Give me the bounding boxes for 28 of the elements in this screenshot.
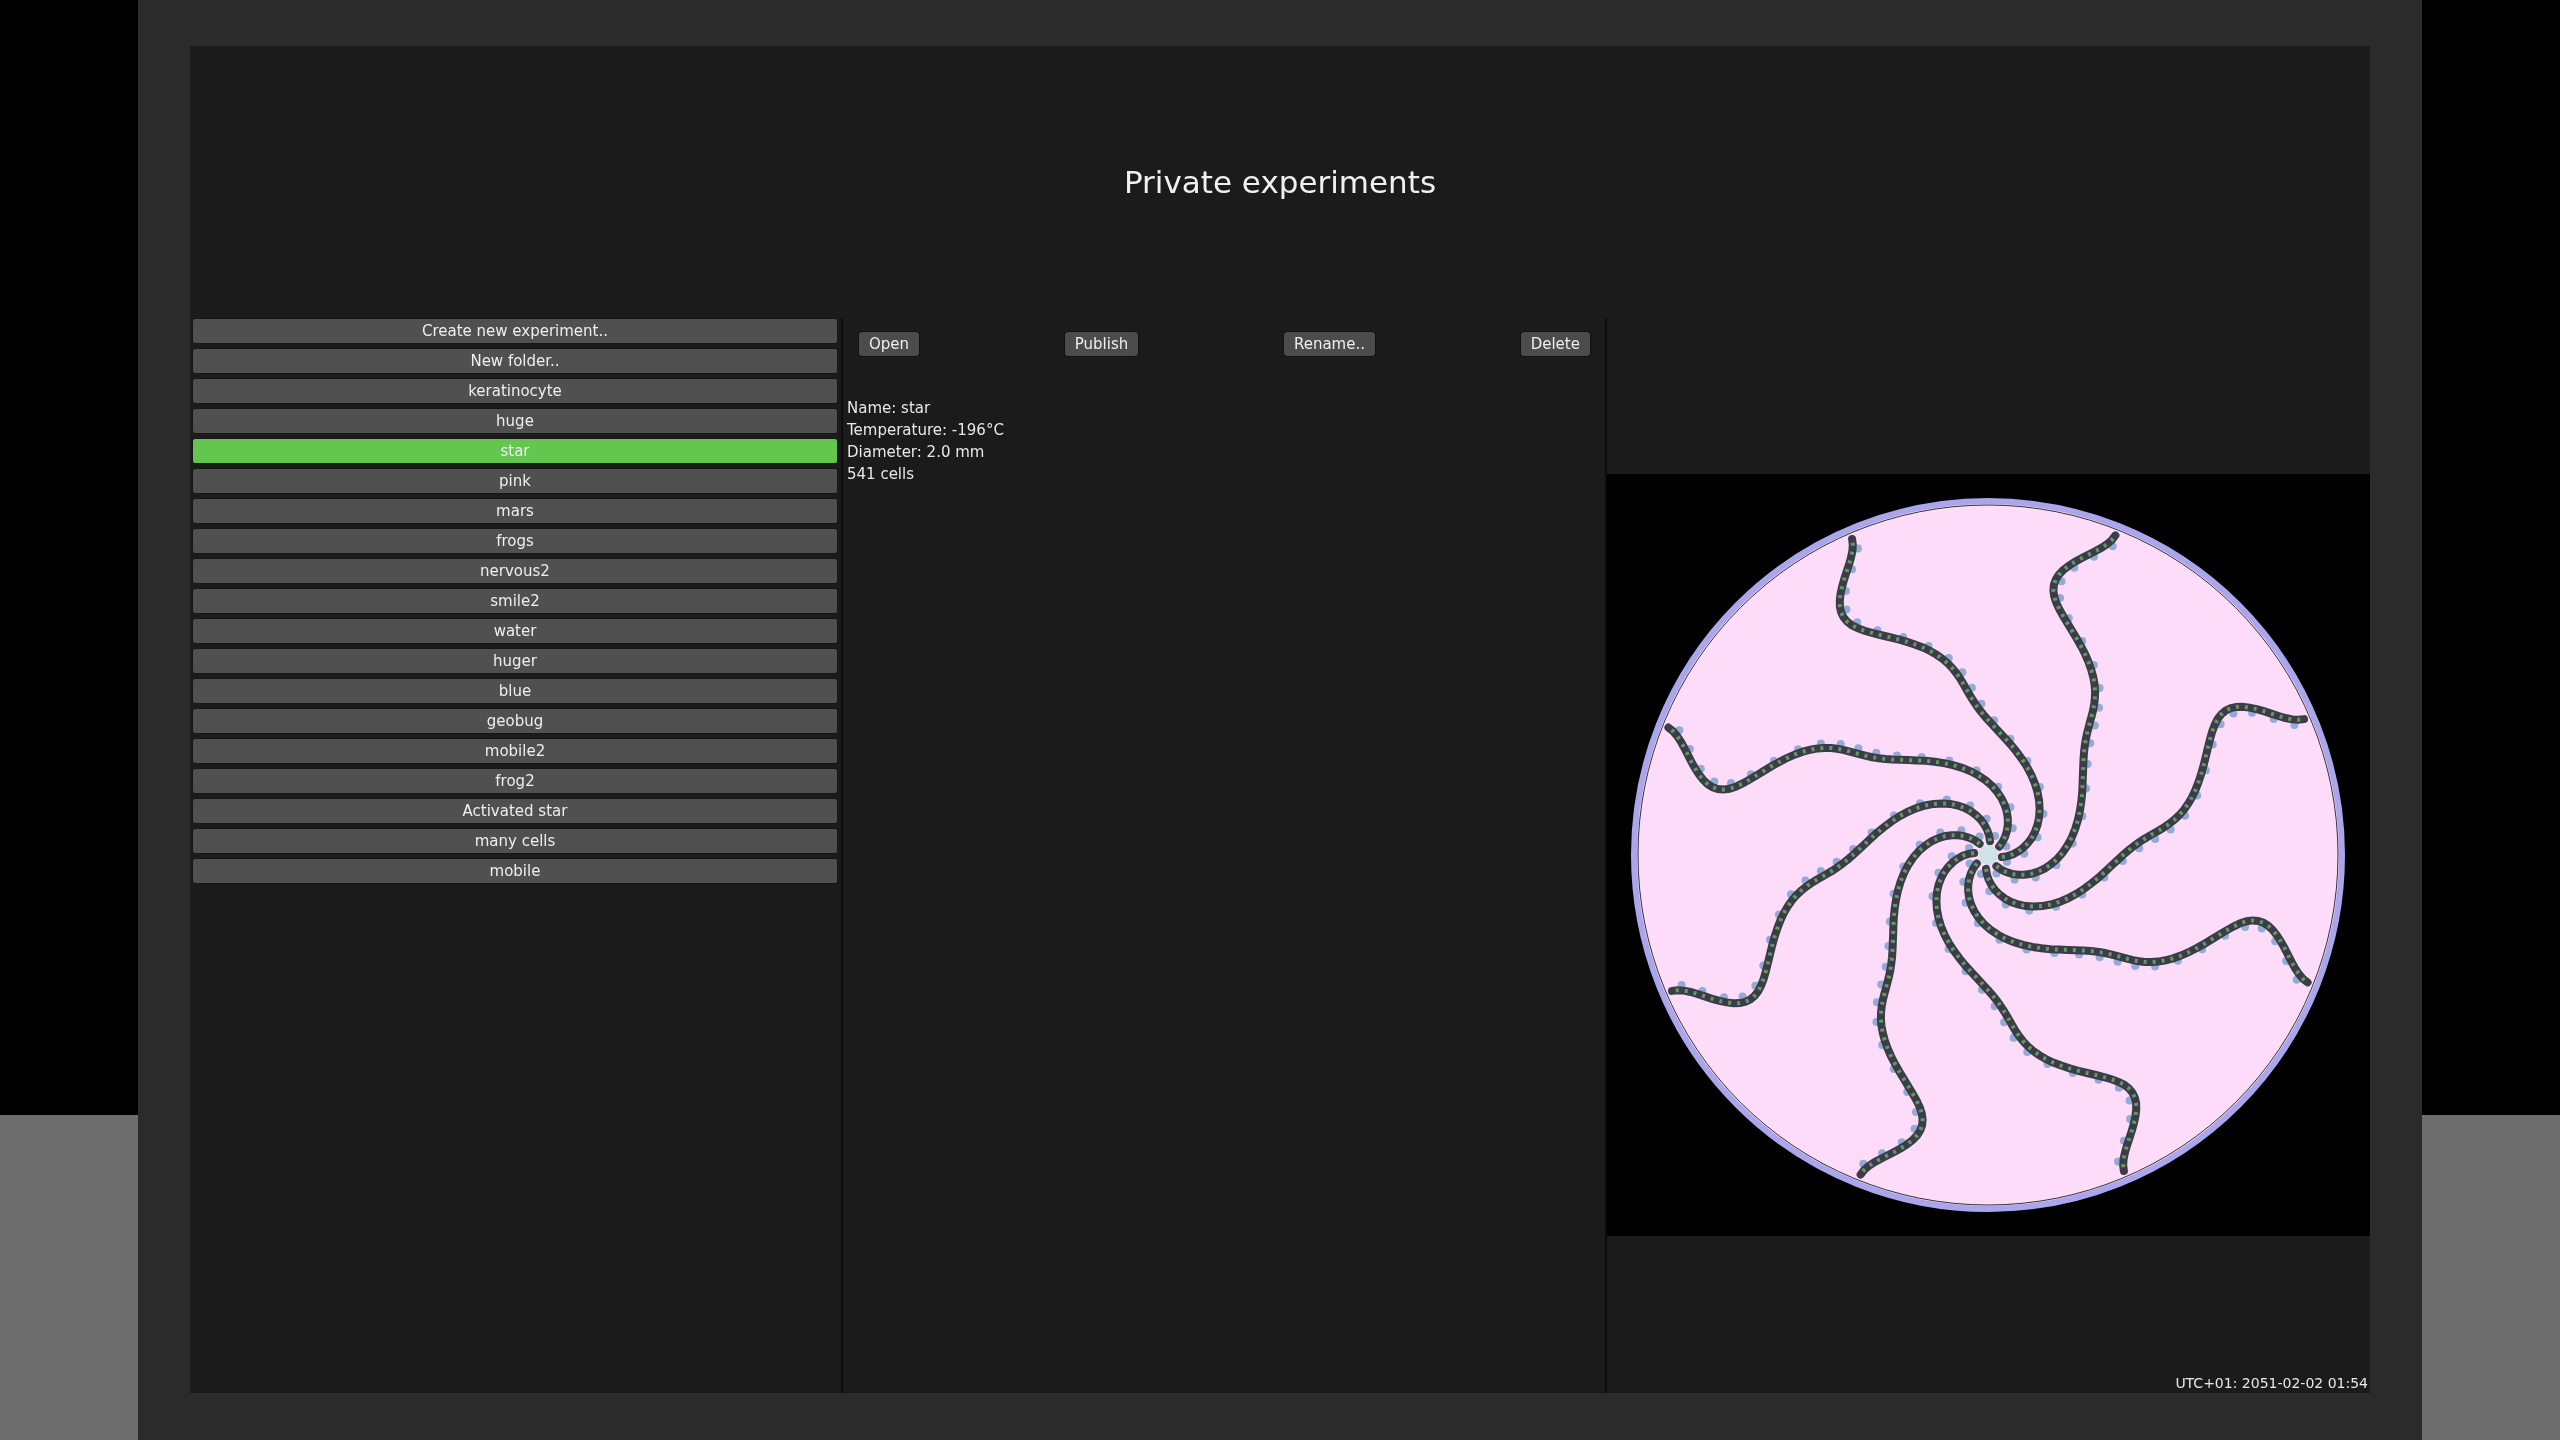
detail-text: Temperature: -196°C bbox=[847, 420, 1005, 441]
timestamp: UTC+01: 2051-02-02 01:54 bbox=[2174, 1375, 2369, 1393]
experiment-list-item[interactable]: mobile bbox=[192, 858, 838, 884]
experiment-list-item[interactable]: pink bbox=[192, 468, 838, 494]
experiment-list-item[interactable]: many cells bbox=[192, 828, 838, 854]
detail-text: Diameter: 2.0 mm bbox=[847, 442, 986, 463]
action-button[interactable]: Delete bbox=[1519, 331, 1591, 357]
detail-text: Name: star bbox=[847, 398, 932, 419]
experiment-list-item[interactable]: keratinocyte bbox=[192, 378, 838, 404]
experiment-list-item[interactable]: Activated star bbox=[192, 798, 838, 824]
experiment-list-item[interactable]: smile2 bbox=[192, 588, 838, 614]
page-title: Private experiments bbox=[1123, 164, 1437, 200]
experiment-list-item[interactable]: Create new experiment.. bbox=[192, 318, 838, 344]
experiment-list-item[interactable]: huger bbox=[192, 648, 838, 674]
experiment-list-item[interactable]: blue bbox=[192, 678, 838, 704]
action-button[interactable]: Rename.. bbox=[1282, 331, 1376, 357]
experiment-list-item[interactable]: mars bbox=[192, 498, 838, 524]
experiment-list-item[interactable]: frogs bbox=[192, 528, 838, 554]
experiment-list-item[interactable]: mobile2 bbox=[192, 738, 838, 764]
action-button[interactable]: Publish bbox=[1063, 331, 1140, 357]
experiment-list-item[interactable]: huge bbox=[192, 408, 838, 434]
experiment-list-item[interactable]: nervous2 bbox=[192, 558, 838, 584]
experiment-list-item[interactable]: water bbox=[192, 618, 838, 644]
experiment-list-item[interactable]: geobug bbox=[192, 708, 838, 734]
experiment-list-item[interactable]: New folder.. bbox=[192, 348, 838, 374]
experiment-list-item[interactable]: frog2 bbox=[192, 768, 838, 794]
detail-text: 541 cells bbox=[847, 464, 916, 485]
action-button[interactable]: Open bbox=[858, 331, 921, 357]
